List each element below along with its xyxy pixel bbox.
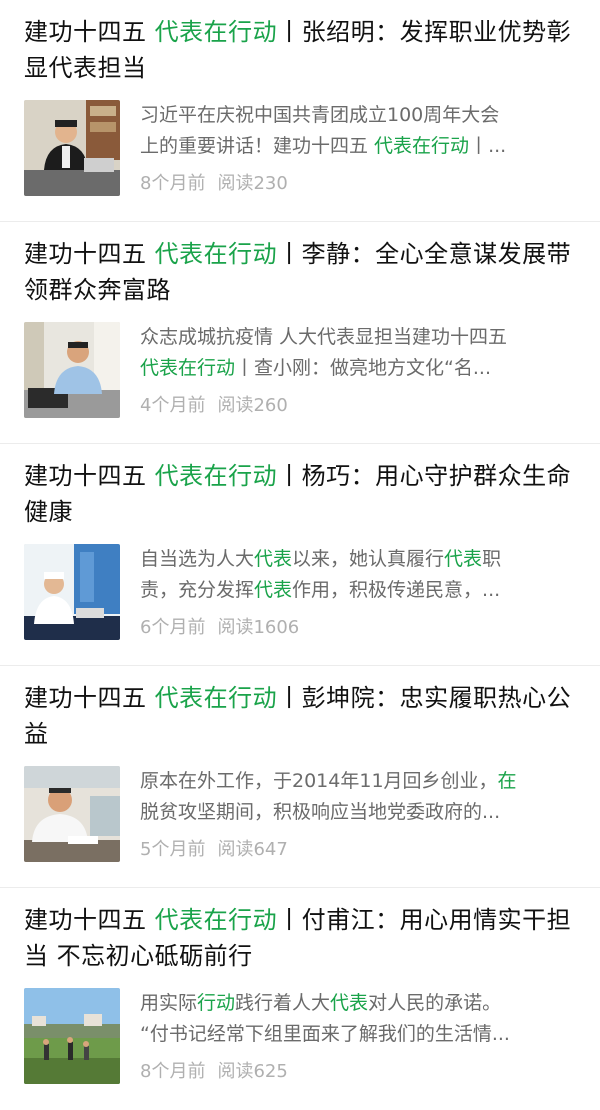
snippet-line: 习近平在庆祝中国共青团成立100周年大会 bbox=[140, 100, 576, 131]
snippet-text: 习近平在庆祝中国共青团成立100周年大会 bbox=[140, 104, 500, 126]
read-count: 阅读647 bbox=[217, 839, 288, 860]
list-item[interactable]: 建功十四五 代表在行动丨李静：全心全意谋发展带领群众奔富路 众志成城抗疫情 人大… bbox=[0, 222, 600, 444]
list-item[interactable]: 建功十四五 代表在行动丨付甫江：用心用情实干担当 不忘初心砥砺前行 用实际行动践… bbox=[0, 888, 600, 1110]
snippet-text: 对人民的承诺。 bbox=[368, 992, 502, 1014]
snippet-text: 众志成城抗疫情 人大代表显担当建功十四五 bbox=[140, 326, 508, 348]
article-snippet: 用实际行动践行着人大代表对人民的承诺。 “付书记经常下组里面来了解我们的生活情.… bbox=[140, 988, 576, 1050]
article-title[interactable]: 建功十四五 代表在行动丨李静：全心全意谋发展带领群众奔富路 bbox=[24, 236, 576, 308]
title-prefix: 建功十四五 bbox=[24, 906, 155, 934]
publish-time: 5个月前 bbox=[140, 839, 206, 860]
snippet-text: 作用，积极传递民意，... bbox=[292, 579, 501, 601]
snippet-text: 责，充分发挥 bbox=[140, 579, 255, 601]
snippet-highlight: 代表在行动 bbox=[374, 135, 470, 157]
article-snippet: 众志成城抗疫情 人大代表显担当建功十四五 代表在行动丨查小刚：做亮地方文化“名.… bbox=[140, 322, 576, 384]
man-at-computer-photo-icon[interactable] bbox=[24, 322, 120, 418]
snippet-highlight: 代表 bbox=[444, 548, 483, 570]
title-prefix: 建功十四五 bbox=[24, 18, 155, 46]
read-count: 阅读230 bbox=[217, 173, 288, 194]
list-item[interactable]: 建功十四五 代表在行动丨张绍明：发挥职业优势彰显代表担当 习近平在庆祝中国共青团… bbox=[0, 0, 600, 222]
snippet-text: 丨... bbox=[469, 135, 507, 157]
snippet-line: 自当选为人大代表以来，她认真履行代表职 bbox=[140, 544, 576, 575]
snippet-highlight: 代表 bbox=[254, 579, 293, 601]
publish-time: 8个月前 bbox=[140, 1061, 206, 1082]
article-title[interactable]: 建功十四五 代表在行动丨张绍明：发挥职业优势彰显代表担当 bbox=[24, 14, 576, 86]
man-writing-photo-icon[interactable] bbox=[24, 766, 120, 862]
article-meta: 8个月前 阅读230 bbox=[140, 172, 576, 196]
article-title[interactable]: 建功十四五 代表在行动丨付甫江：用心用情实干担当 不忘初心砥砺前行 bbox=[24, 902, 576, 974]
article-snippet: 原本在外工作，于2014年11月回乡创业，在 脱贫攻坚期间，积极响应当地党委政府… bbox=[140, 766, 576, 828]
article-snippet: 习近平在庆祝中国共青团成立100周年大会 上的重要讲话！建功十四五 代表在行动丨… bbox=[140, 100, 576, 162]
article-meta: 5个月前 阅读647 bbox=[140, 838, 576, 862]
read-count: 阅读625 bbox=[217, 1061, 288, 1082]
list-item[interactable]: 建功十四五 代表在行动丨杨巧：用心守护群众生命健康 自当选为人大代表以来，她认真… bbox=[0, 444, 600, 666]
read-count: 阅读260 bbox=[217, 395, 288, 416]
snippet-highlight: 代表在行动 bbox=[140, 357, 236, 379]
read-count: 阅读1606 bbox=[217, 617, 300, 638]
title-highlight: 代表在行动 bbox=[154, 684, 278, 712]
article-snippet: 自当选为人大代表以来，她认真履行代表职 责，充分发挥代表作用，积极传递民意，..… bbox=[140, 544, 576, 606]
snippet-text: “付书记经常下组里面来了解我们的生活情... bbox=[140, 1023, 510, 1045]
snippet-text: 脱贫攻坚期间，积极响应当地党委政府的... bbox=[140, 801, 501, 823]
snippet-line: “付书记经常下组里面来了解我们的生活情... bbox=[140, 1019, 576, 1050]
article-meta: 4个月前 阅读260 bbox=[140, 394, 576, 418]
village-field-photo-icon[interactable] bbox=[24, 988, 120, 1084]
title-highlight: 代表在行动 bbox=[154, 906, 278, 934]
list-item[interactable]: 建功十四五 代表在行动丨彭坤院：忠实履职热心公益 原本在外工作，于2014年11… bbox=[0, 666, 600, 888]
snippet-text: 丨查小刚：做亮地方文化“名... bbox=[235, 357, 491, 379]
snippet-text: 践行着人大 bbox=[235, 992, 331, 1014]
snippet-line: 上的重要讲话！建功十四五 代表在行动丨... bbox=[140, 131, 576, 162]
snippet-line: 原本在外工作，于2014年11月回乡创业，在 bbox=[140, 766, 576, 797]
snippet-text: 用实际 bbox=[140, 992, 198, 1014]
snippet-text: 自当选为人大 bbox=[140, 548, 255, 570]
snippet-text: 原本在外工作，于2014年11月回乡创业， bbox=[140, 770, 498, 792]
nurse-photo-icon[interactable] bbox=[24, 544, 120, 640]
snippet-line: 代表在行动丨查小刚：做亮地方文化“名... bbox=[140, 353, 576, 384]
article-list: 建功十四五 代表在行动丨张绍明：发挥职业优势彰显代表担当 习近平在庆祝中国共青团… bbox=[0, 0, 600, 1110]
article-meta: 6个月前 阅读1606 bbox=[140, 616, 576, 640]
snippet-line: 脱贫攻坚期间，积极响应当地党委政府的... bbox=[140, 797, 576, 828]
snippet-text: 职 bbox=[482, 548, 502, 570]
article-title[interactable]: 建功十四五 代表在行动丨杨巧：用心守护群众生命健康 bbox=[24, 458, 576, 530]
publish-time: 4个月前 bbox=[140, 395, 206, 416]
snippet-highlight: 代表 bbox=[254, 548, 293, 570]
snippet-text: 上的重要讲话！建功十四五 bbox=[140, 135, 375, 157]
publish-time: 6个月前 bbox=[140, 617, 206, 638]
snippet-highlight: 代表 bbox=[330, 992, 369, 1014]
title-prefix: 建功十四五 bbox=[24, 240, 155, 268]
article-meta: 8个月前 阅读625 bbox=[140, 1060, 576, 1084]
title-prefix: 建功十四五 bbox=[24, 684, 155, 712]
title-prefix: 建功十四五 bbox=[24, 462, 155, 490]
publish-time: 8个月前 bbox=[140, 173, 206, 194]
title-highlight: 代表在行动 bbox=[154, 462, 278, 490]
snippet-line: 众志成城抗疫情 人大代表显担当建功十四五 bbox=[140, 322, 576, 353]
man-at-desk-photo-icon[interactable] bbox=[24, 100, 120, 196]
snippet-text: 以来，她认真履行 bbox=[292, 548, 445, 570]
title-highlight: 代表在行动 bbox=[154, 240, 278, 268]
snippet-line: 责，充分发挥代表作用，积极传递民意，... bbox=[140, 575, 576, 606]
article-title[interactable]: 建功十四五 代表在行动丨彭坤院：忠实履职热心公益 bbox=[24, 680, 576, 752]
snippet-highlight: 在 bbox=[497, 770, 517, 792]
snippet-line: 用实际行动践行着人大代表对人民的承诺。 bbox=[140, 988, 576, 1019]
title-highlight: 代表在行动 bbox=[154, 18, 278, 46]
snippet-highlight: 行动 bbox=[197, 992, 236, 1014]
